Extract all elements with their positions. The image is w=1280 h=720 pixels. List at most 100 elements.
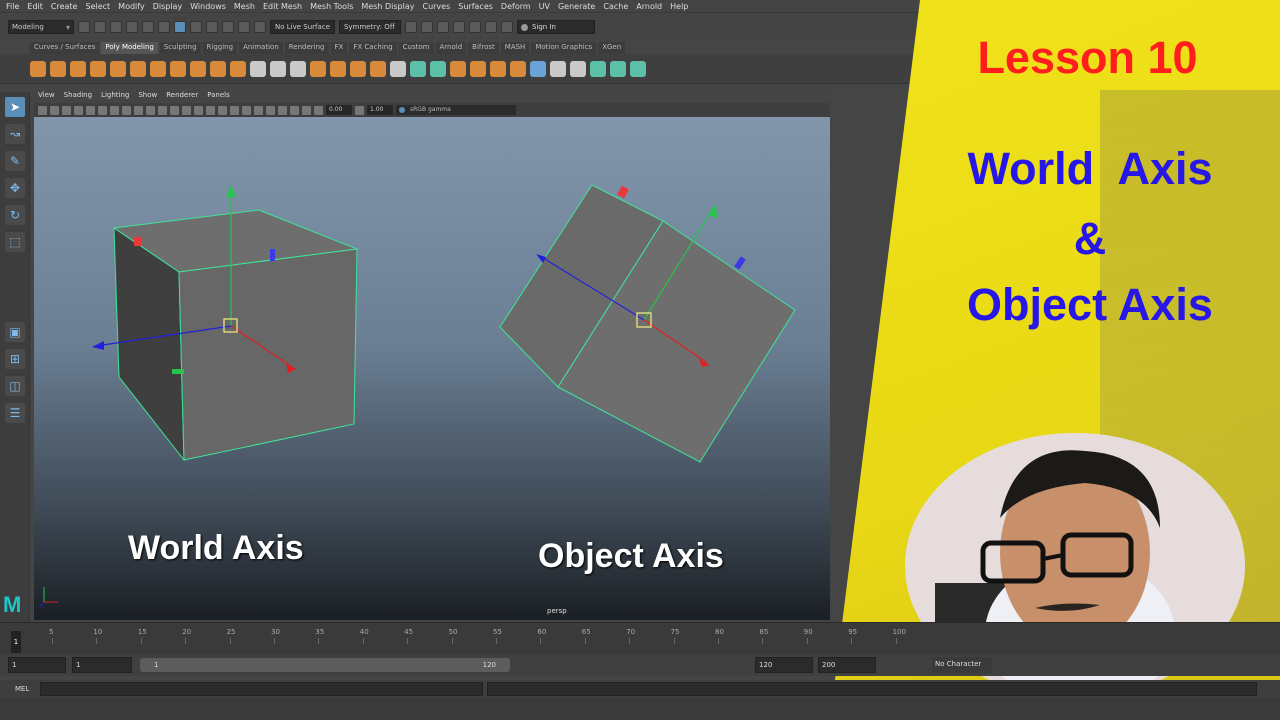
shelf-tab-fx-caching[interactable]: FX Caching xyxy=(349,42,397,54)
uv-editor-icon[interactable] xyxy=(530,60,546,77)
shelf-tab-poly-modeling[interactable]: Poly Modeling xyxy=(101,42,158,54)
multi-cut-icon[interactable] xyxy=(410,60,426,77)
two-view-icon[interactable]: ◫ xyxy=(5,376,25,396)
bevel-icon[interactable] xyxy=(310,60,326,77)
menu-uv[interactable]: UV xyxy=(539,2,550,11)
cut-uv-icon[interactable] xyxy=(570,60,586,77)
shelf-tab-arnold[interactable]: Arnold xyxy=(435,42,467,54)
panel-menu-panels[interactable]: Panels xyxy=(207,91,230,103)
move-tool-icon[interactable]: ✥ xyxy=(5,178,25,198)
gate-mask-icon[interactable] xyxy=(122,105,131,115)
shelf-tab-xgen[interactable]: XGen xyxy=(598,42,626,54)
resolution-gate-icon[interactable] xyxy=(110,105,119,115)
motion-blur-icon[interactable] xyxy=(242,105,251,115)
film-gate-icon[interactable] xyxy=(98,105,107,115)
target-weld-icon[interactable] xyxy=(430,60,446,77)
menu-display[interactable]: Display xyxy=(153,2,183,11)
render-settings-icon[interactable] xyxy=(436,21,449,33)
select-object-icon[interactable] xyxy=(174,21,186,33)
snap-grid-icon[interactable] xyxy=(206,21,218,33)
menu-edit-mesh[interactable]: Edit Mesh xyxy=(263,2,302,11)
wireframe-icon[interactable] xyxy=(158,105,167,115)
menu-set-dropdown[interactable]: Modeling xyxy=(8,20,74,34)
shelf-tab-animation[interactable]: Animation xyxy=(239,42,283,54)
smooth-icon[interactable] xyxy=(290,60,306,77)
current-frame-marker[interactable]: 1 xyxy=(11,631,21,653)
lasso-tool-icon[interactable]: ↝ xyxy=(5,124,25,144)
bridge-icon[interactable] xyxy=(350,60,366,77)
poly-sphere-icon[interactable] xyxy=(30,60,46,77)
render-icon[interactable] xyxy=(404,21,417,33)
grid-icon[interactable] xyxy=(86,105,95,115)
menu-deform[interactable]: Deform xyxy=(501,2,531,11)
range-slider[interactable]: 1 120 xyxy=(140,658,510,672)
menu-surfaces[interactable]: Surfaces xyxy=(458,2,493,11)
pause-icon[interactable] xyxy=(484,21,497,33)
quad-draw-icon[interactable] xyxy=(510,60,526,77)
outliner-layout-icon[interactable]: ☰ xyxy=(5,403,25,423)
menu-mesh-display[interactable]: Mesh Display xyxy=(361,2,414,11)
append-polygon-icon[interactable] xyxy=(370,60,386,77)
paint-select-icon[interactable]: ✎ xyxy=(5,151,25,171)
shelf-tab-motion-graphics[interactable]: Motion Graphics xyxy=(531,42,597,54)
world-axis-cube[interactable] xyxy=(112,209,359,462)
camera-attr-icon[interactable] xyxy=(50,105,59,115)
new-scene-icon[interactable] xyxy=(78,21,90,33)
wireframe-on-shaded-icon[interactable] xyxy=(182,105,191,115)
animation-end-field[interactable]: 200 xyxy=(818,657,876,673)
panel-menu-view[interactable]: View xyxy=(38,91,55,103)
poly-cone-icon[interactable] xyxy=(90,60,106,77)
poly-cylinder-icon[interactable] xyxy=(70,60,86,77)
poly-torus-icon[interactable] xyxy=(110,60,126,77)
arnold-render-icon[interactable] xyxy=(468,21,481,33)
color-space-dropdown[interactable]: sRGB gamma xyxy=(396,105,516,115)
menu-mesh[interactable]: Mesh xyxy=(234,2,255,11)
poly-disc-icon[interactable] xyxy=(150,60,166,77)
select-tool-icon[interactable]: ➤ xyxy=(5,97,25,117)
svg-icon[interactable] xyxy=(230,60,246,77)
ambient-occlusion-icon[interactable] xyxy=(230,105,239,115)
reduce-icon[interactable] xyxy=(490,60,506,77)
menu-cache[interactable]: Cache xyxy=(603,2,628,11)
symmetry-dropdown[interactable]: Symmetry: Off xyxy=(338,20,401,34)
layout-icon[interactable] xyxy=(500,21,513,33)
delete-history-icon[interactable] xyxy=(630,60,646,77)
redo-icon[interactable] xyxy=(142,21,154,33)
bookmark-icon[interactable] xyxy=(62,105,71,115)
object-axis-cube[interactable] xyxy=(499,184,796,463)
scale-tool-icon[interactable]: ⬚ xyxy=(5,232,25,252)
type-icon[interactable] xyxy=(210,60,226,77)
shadows-icon[interactable] xyxy=(218,105,227,115)
lights-icon[interactable] xyxy=(206,105,215,115)
xray-joints-icon[interactable] xyxy=(302,105,311,115)
shelf-tab-curves-surfaces[interactable]: Curves / Surfaces xyxy=(30,42,100,54)
open-scene-icon[interactable] xyxy=(94,21,106,33)
save-scene-icon[interactable] xyxy=(110,21,122,33)
shelf-tab-bifrost[interactable]: Bifrost xyxy=(468,42,499,54)
shelf-tab-mash[interactable]: MASH xyxy=(500,42,530,54)
shelf-tab-custom[interactable]: Custom xyxy=(398,42,434,54)
gamma-field[interactable]: 1.00 xyxy=(367,105,393,115)
panel-menu-show[interactable]: Show xyxy=(138,91,157,103)
platonic-solid-icon[interactable] xyxy=(170,60,186,77)
menu-file[interactable]: File xyxy=(6,2,19,11)
isolate-select-icon[interactable] xyxy=(278,105,287,115)
shelf-tab-sculpting[interactable]: Sculpting xyxy=(159,42,201,54)
shelf-tab-fx[interactable]: FX xyxy=(330,42,348,54)
menu-create[interactable]: Create xyxy=(51,2,78,11)
shelf-tab-rigging[interactable]: Rigging xyxy=(202,42,238,54)
menu-curves[interactable]: Curves xyxy=(422,2,450,11)
rotate-tool-icon[interactable]: ↻ xyxy=(5,205,25,225)
smooth-shade-icon[interactable] xyxy=(170,105,179,115)
center-pivot-icon[interactable] xyxy=(590,60,606,77)
fill-hole-icon[interactable] xyxy=(390,60,406,77)
xray-icon[interactable] xyxy=(290,105,299,115)
poly-cube-icon[interactable] xyxy=(50,60,66,77)
menu-mesh-tools[interactable]: Mesh Tools xyxy=(310,2,353,11)
select-component-icon[interactable] xyxy=(190,21,202,33)
sign-in-dropdown[interactable]: Sign In xyxy=(516,20,595,34)
shelf-tab-rendering[interactable]: Rendering xyxy=(284,42,329,54)
animation-start-field[interactable]: 1 xyxy=(8,657,66,673)
character-set-field[interactable]: No Character xyxy=(932,657,992,673)
combine-icon[interactable] xyxy=(250,60,266,77)
